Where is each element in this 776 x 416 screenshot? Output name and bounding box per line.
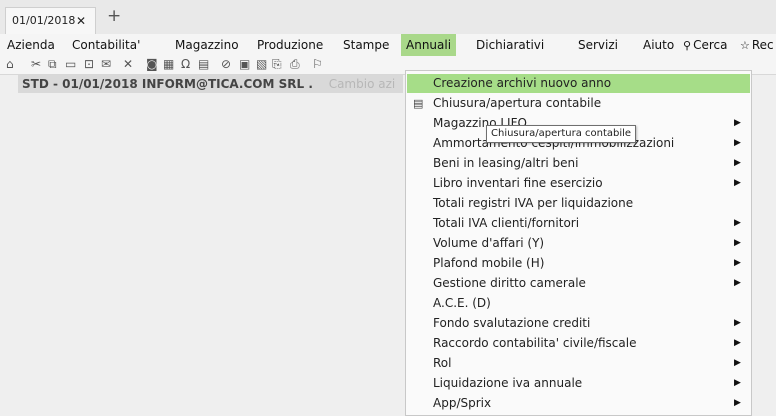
home-icon[interactable]: ⌂ bbox=[6, 56, 14, 73]
menu-item-label: Volume d'affari (Y) bbox=[433, 236, 545, 250]
menu-stampe[interactable]: Stampe bbox=[343, 34, 389, 56]
company-label: STD - 01/01/2018 INFORM@TICA.COM SRL . bbox=[22, 77, 313, 91]
cross-icon[interactable]: ✕ bbox=[123, 56, 133, 73]
submenu-arrow-icon: ▶ bbox=[734, 118, 741, 128]
menu-item-label: Chiusura/apertura contabile bbox=[433, 96, 602, 110]
add-tab-icon[interactable]: + bbox=[107, 6, 121, 26]
star-icon: ☆ bbox=[740, 39, 750, 52]
archive-icon[interactable]: ▣ bbox=[239, 56, 250, 73]
menu-dichiarativi[interactable]: Dichiarativi bbox=[476, 34, 544, 56]
menu-azienda[interactable]: Azienda bbox=[7, 34, 55, 56]
submenu-arrow-icon: ▶ bbox=[734, 138, 741, 148]
tooltip: Chiusura/apertura contabile bbox=[486, 125, 637, 143]
menu-item-plafond-mobile[interactable]: Plafond mobile (H) ▶ bbox=[407, 254, 750, 273]
menu-item-label: Fondo svalutazione crediti bbox=[433, 316, 591, 330]
menu-item-label: Totali registri IVA per liquidazione bbox=[433, 196, 634, 210]
tab-bar: 01/01/2018 ✕ + bbox=[0, 0, 776, 34]
menu-item-creazione-archivi[interactable]: Creazione archivi nuovo anno bbox=[407, 74, 750, 93]
menu-item-label: Raccordo contabilita' civile/fiscale bbox=[433, 336, 637, 350]
menu-item-label: A.C.E. (D) bbox=[433, 296, 491, 310]
menu-produzione[interactable]: Produzione bbox=[257, 34, 323, 56]
menu-item-fondo-svalutazione[interactable]: Fondo svalutazione crediti ▶ bbox=[407, 314, 750, 333]
grid-icon[interactable]: ▦ bbox=[163, 56, 174, 73]
menu-item-diritto-camerale[interactable]: Gestione diritto camerale ▶ bbox=[407, 274, 750, 293]
menu-item-liquidazione-iva[interactable]: Liquidazione iva annuale ▶ bbox=[407, 374, 750, 393]
menu-item-rol[interactable]: Rol ▶ bbox=[407, 354, 750, 373]
menu-item-chiusura-apertura[interactable]: ▤ Chiusura/apertura contabile bbox=[407, 94, 750, 113]
menu-item-totali-registri-iva[interactable]: Totali registri IVA per liquidazione bbox=[407, 194, 750, 213]
submenu-arrow-icon: ▶ bbox=[734, 358, 741, 368]
tab-date[interactable]: 01/01/2018 ✕ bbox=[5, 7, 96, 34]
omega-icon[interactable]: Ω bbox=[181, 56, 190, 73]
change-company-link[interactable]: Cambio azi bbox=[329, 77, 396, 91]
menu-item-libro-inventari[interactable]: Libro inventari fine esercizio ▶ bbox=[407, 174, 750, 193]
annuali-dropdown-menu: Creazione archivi nuovo anno ▤ Chiusura/a… bbox=[405, 70, 752, 416]
menu-item-label: Gestione diritto camerale bbox=[433, 276, 586, 290]
flag-icon[interactable]: ⚐ bbox=[312, 56, 323, 73]
menu-item-label: Beni in leasing/altri beni bbox=[433, 156, 579, 170]
menu-contabilita[interactable]: Contabilita' bbox=[72, 34, 140, 56]
submenu-arrow-icon: ▶ bbox=[734, 258, 741, 268]
menu-item-label: Plafond mobile (H) bbox=[433, 256, 545, 270]
menu-rec-label: Rec bbox=[751, 38, 774, 52]
submenu-arrow-icon: ▶ bbox=[734, 218, 741, 228]
menu-cerca-label: Cerca bbox=[693, 38, 728, 52]
copy-icon[interactable]: ⧉ bbox=[48, 56, 57, 73]
menu-item-volume-affari[interactable]: Volume d'affari (Y) ▶ bbox=[407, 234, 750, 253]
submenu-arrow-icon: ▶ bbox=[734, 158, 741, 168]
close-icon[interactable]: ✕ bbox=[76, 8, 86, 34]
menu-item-label: Creazione archivi nuovo anno bbox=[433, 76, 612, 90]
menu-item-app-sprix[interactable]: App/Sprix ▶ bbox=[407, 394, 750, 413]
tools-icon[interactable]: ✂ bbox=[31, 56, 41, 73]
submenu-arrow-icon: ▶ bbox=[734, 398, 741, 408]
search-icon: ⚲ bbox=[683, 39, 692, 52]
submenu-arrow-icon: ▶ bbox=[734, 378, 741, 388]
chat-icon[interactable]: ✉ bbox=[101, 56, 111, 73]
calendar-icon: ▤ bbox=[413, 97, 424, 110]
menu-rec[interactable]: ☆ Rec bbox=[740, 34, 774, 56]
calc-icon[interactable]: ▤ bbox=[198, 56, 209, 73]
document-icon[interactable]: ▧ bbox=[256, 56, 267, 73]
company-status-bar: STD - 01/01/2018 INFORM@TICA.COM SRL . C… bbox=[18, 75, 403, 93]
submenu-arrow-icon: ▶ bbox=[734, 278, 741, 288]
menu-magazzino[interactable]: Magazzino bbox=[175, 34, 239, 56]
help-icon[interactable]: ⊘ bbox=[221, 56, 231, 73]
submenu-arrow-icon: ▶ bbox=[734, 238, 741, 248]
print-icon[interactable]: ⎙ bbox=[290, 56, 300, 73]
menu-item-totali-iva-clienti[interactable]: Totali IVA clienti/fornitori ▶ bbox=[407, 214, 750, 233]
submenu-arrow-icon: ▶ bbox=[734, 178, 741, 188]
menu-annuali[interactable]: Annuali bbox=[401, 34, 457, 56]
tab-label: 01/01/2018 bbox=[12, 14, 76, 27]
export-icon[interactable]: ⎘ bbox=[272, 56, 282, 73]
menu-item-label: Totali IVA clienti/fornitori bbox=[433, 216, 580, 230]
menu-bar: Azienda Contabilita' Magazzino Produzion… bbox=[0, 34, 776, 56]
menu-item-label: Liquidazione iva annuale bbox=[433, 376, 583, 390]
menu-item-ace[interactable]: A.C.E. (D) bbox=[407, 294, 750, 313]
menu-item-label: Rol bbox=[433, 356, 452, 370]
menu-item-beni-leasing[interactable]: Beni in leasing/altri beni ▶ bbox=[407, 154, 750, 173]
layout-icon[interactable]: ⊡ bbox=[84, 56, 94, 73]
menu-item-label: App/Sprix bbox=[433, 396, 492, 410]
menu-item-raccordo-contabilita[interactable]: Raccordo contabilita' civile/fiscale ▶ bbox=[407, 334, 750, 353]
submenu-arrow-icon: ▶ bbox=[734, 318, 741, 328]
menu-cerca[interactable]: ⚲ Cerca bbox=[683, 34, 727, 56]
submenu-arrow-icon: ▶ bbox=[734, 338, 741, 348]
camera-icon[interactable]: ◙ bbox=[146, 56, 158, 73]
menu-servizi[interactable]: Servizi bbox=[578, 34, 618, 56]
menu-item-label: Libro inventari fine esercizio bbox=[433, 176, 603, 190]
menu-aiuto[interactable]: Aiuto bbox=[643, 34, 674, 56]
page-icon[interactable]: ▭ bbox=[65, 56, 76, 73]
